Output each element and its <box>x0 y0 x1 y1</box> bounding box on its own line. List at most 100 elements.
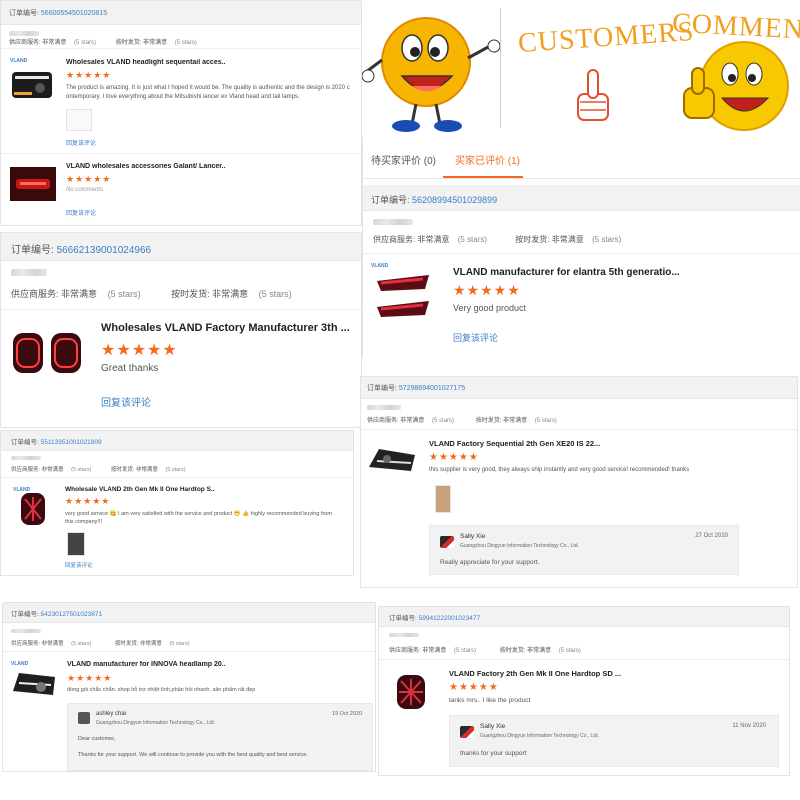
product-title[interactable]: VLAND manufacturer for INNOVA headlamp 2… <box>67 661 327 668</box>
supplier-label: 供应商服务: <box>373 235 416 244</box>
active-tab-underline <box>443 176 523 178</box>
supplier-stars-note: (5 stars) <box>432 418 455 424</box>
supplier-value: 非常满意 <box>400 418 425 424</box>
reply-text: Really appreciate for your support. <box>440 559 540 566</box>
product-title[interactable]: VLAND manufacturer for elantra 5th gener… <box>453 267 773 278</box>
reply-date: 11 Nov 2020 <box>732 723 766 729</box>
star-rating: ★★★★★ <box>65 496 111 506</box>
product-thumbnail[interactable]: VLAND <box>371 263 435 325</box>
review-card-6: 订单编号: 54230127501023871 供应商服务: 非常满意 (5 s… <box>2 602 376 772</box>
vland-tag: VLAND <box>10 58 28 64</box>
seller-logo-icon <box>440 536 454 548</box>
star-rating: ★★★★★ <box>67 673 113 683</box>
order-header: 订单编号: 56662139001024966 <box>1 233 361 261</box>
order-number[interactable]: 56600554501020815 <box>41 10 107 17</box>
shipping-label: 按时发货: <box>171 289 210 299</box>
review-photo-placeholder[interactable] <box>66 109 92 131</box>
reply-link[interactable]: 回复该评论 <box>66 208 96 217</box>
product-thumbnail[interactable]: VLAND <box>13 487 53 527</box>
shipping-label: 按时发货: <box>115 40 142 46</box>
review-photo[interactable] <box>435 485 451 513</box>
shipping-value: 非常满意 <box>527 648 552 654</box>
rating-meta: 供应商服务: 非常满意 (5 stars) 按时发货: 非常满意 (5 star… <box>367 415 557 424</box>
reply-link[interactable]: 回复该评论 <box>101 394 151 409</box>
reply-company: Guangzhou Dingyun Information Technology… <box>480 733 599 739</box>
product-thumbnail[interactable] <box>10 167 56 201</box>
reply-date: 27 Oct 2020 <box>695 533 728 539</box>
supplier-stars-note: (5 stars) <box>107 289 141 299</box>
rating-meta: 供应商服务: 非常满意 (5 stars) 按时发货: 非常满意 (5 star… <box>9 37 197 46</box>
product-thumbnail[interactable]: VLAND <box>11 661 57 701</box>
order-number[interactable]: 56662139001024966 <box>57 245 152 256</box>
shipping-label: 按时发货: <box>110 467 135 473</box>
product-thumbnail[interactable]: VLAND <box>10 58 56 104</box>
supplier-value: 非常满意 <box>41 467 64 473</box>
product-title[interactable]: Wholesales VLAND Factory Manufacturer 3t… <box>101 322 351 334</box>
shipping-stars-note: (5 stars) <box>174 40 197 46</box>
buyer-name-blurred <box>11 269 47 276</box>
reply-link[interactable]: 回复该评论 <box>453 331 498 344</box>
order-label: 订单编号: <box>11 439 39 446</box>
reply-date: 19 Oct 2020 <box>332 711 362 717</box>
reply-greeting: Dear customer, <box>78 736 116 742</box>
shipping-value: 非常满意 <box>143 40 168 46</box>
reply-link[interactable]: 回复该评论 <box>65 561 93 569</box>
shipping-label: 按时发货: <box>114 641 139 647</box>
star-rating: ★★★★★ <box>449 682 499 693</box>
product-thumbnail[interactable] <box>389 669 433 715</box>
taillight-image <box>21 493 45 525</box>
product-thumbnail[interactable] <box>367 441 417 477</box>
thumbs-up-hand-icon <box>577 69 609 121</box>
order-number[interactable]: 59941222001023477 <box>419 615 480 622</box>
order-number[interactable]: 54230127501023871 <box>41 611 102 618</box>
reply-link[interactable]: 回复该评论 <box>66 138 96 147</box>
tab-pending-reviews[interactable]: 待买家评价 (0) <box>371 152 436 167</box>
buyer-name-blurred <box>367 405 401 410</box>
product-title[interactable]: Wholesales VLAND headlight sequentail ac… <box>66 59 266 66</box>
shipping-label: 按时发货: <box>499 648 526 654</box>
rating-meta: 供应商服务: 非常满意 (5 stars) 按时发货: 非常满意 (5 star… <box>389 645 581 654</box>
review-card-3: 订单编号: 56662139001024966 供应商服务: 非常满意 (5 s… <box>0 232 362 428</box>
supplier-label: 供应商服务: <box>11 467 41 473</box>
order-header: 订单编号: 56208994501029899 <box>363 185 800 211</box>
shipping-label: 按时发货: <box>475 418 502 424</box>
order-number[interactable]: 55113351001021809 <box>41 439 102 446</box>
order-label: 订单编号: <box>9 10 39 17</box>
reply-author: ashley chai <box>96 711 127 717</box>
rating-meta: 供应商服务: 非常满意 (5 stars) 按时发货: 非常满意 (5 star… <box>11 287 292 300</box>
buyer-name-blurred <box>9 31 39 36</box>
shipping-stars-note: (5 stars) <box>169 641 190 647</box>
review-card-7: 订单编号: 59941222001023477 供应商服务: 非常满意 (5 s… <box>378 606 790 776</box>
product-title[interactable]: VLAND Factory 2th Gen Mk II One Hardtop … <box>449 669 709 678</box>
order-label: 订单编号: <box>389 615 417 622</box>
review-text: đóng gói chắc chắn. shop hỗ trợ nhiệt tì… <box>67 687 256 693</box>
tab-completed-reviews[interactable]: 买家已评价 (1) <box>455 152 520 167</box>
supplier-label: 供应商服务: <box>11 641 41 647</box>
buyer-name-blurred <box>373 219 413 225</box>
banner-word-customers: CUSTOMERS <box>517 15 696 60</box>
supplier-value: 非常满意 <box>41 641 64 647</box>
review-text: tanks mrs.. I like the product <box>449 697 531 704</box>
shipping-stars-note: (5 stars) <box>591 235 622 244</box>
order-header: 订单编号: 54230127501023871 <box>3 603 375 623</box>
vland-tag: VLAND <box>13 487 31 493</box>
shipping-stars-note: (5 stars) <box>558 648 581 654</box>
order-label: 订单编号: <box>371 195 410 205</box>
seller-reply: ashley chai Guangzhou Dingyun Informatio… <box>67 703 373 771</box>
review-photo[interactable] <box>67 532 85 556</box>
order-label: 订单编号: <box>11 245 54 256</box>
vland-tag: VLAND <box>11 661 29 667</box>
star-rating: ★★★★★ <box>453 282 521 298</box>
order-number[interactable]: 56208994501029899 <box>412 195 497 205</box>
headlight-image <box>13 673 55 695</box>
supplier-stars-note: (5 stars) <box>454 648 477 654</box>
product-thumbnail[interactable] <box>11 329 85 379</box>
product-title[interactable]: VLAND Factory Sequential 2th Gen XE20 IS… <box>429 439 689 448</box>
seller-avatar <box>78 712 90 724</box>
supplier-label: 供应商服务: <box>11 289 59 299</box>
review-text: Great thanks <box>101 363 159 374</box>
supplier-stars-note: (5 stars) <box>457 235 488 244</box>
product-title[interactable]: Wholesale VLAND 2th Gen Mk II One Hardto… <box>65 486 285 493</box>
product-title[interactable]: VLAND wholesales accessories Galant/ Lan… <box>66 163 266 170</box>
order-number[interactable]: 57298694001027175 <box>399 385 465 392</box>
